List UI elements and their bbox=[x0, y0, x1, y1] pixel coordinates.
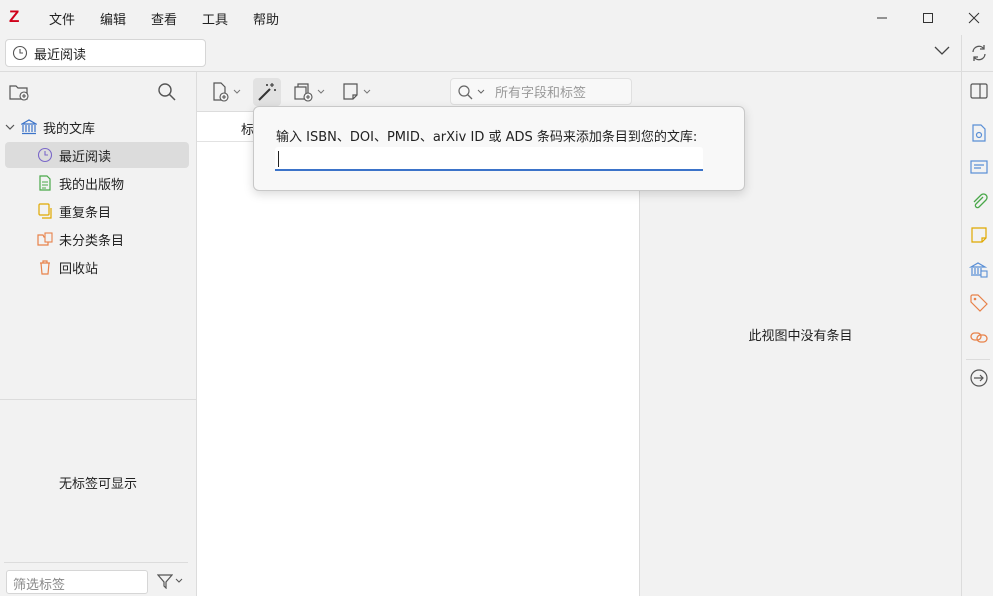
arrow-circle-icon bbox=[970, 369, 988, 387]
identifier-prompt-label: 输入 ISBN、DOI、PMID、arXiv ID 或 ADS 条码来添加条目到… bbox=[276, 130, 698, 145]
collection-trash[interactable]: 回收站 bbox=[5, 254, 189, 280]
library-icon bbox=[21, 119, 37, 135]
minimize-icon bbox=[877, 17, 887, 18]
tag-filter-input[interactable]: 筛选标签 bbox=[6, 570, 148, 594]
chevron-down-icon bbox=[233, 89, 241, 94]
add-by-identifier-button[interactable] bbox=[253, 78, 281, 106]
chevron-down-icon bbox=[175, 578, 183, 583]
clock-icon bbox=[37, 147, 53, 163]
search-placeholder: 所有字段和标签 bbox=[495, 86, 587, 101]
collection-my-library[interactable]: 我的文库 bbox=[5, 114, 189, 140]
menu-edit[interactable]: 编辑 bbox=[100, 9, 126, 28]
notes-section-button[interactable] bbox=[969, 225, 989, 245]
magic-wand-icon bbox=[258, 83, 276, 101]
collection-recent-reading[interactable]: 最近阅读 bbox=[5, 142, 189, 168]
menu-file[interactable]: 文件 bbox=[49, 9, 75, 28]
text-cursor bbox=[278, 151, 279, 167]
collection-my-publications[interactable]: 我的出版物 bbox=[5, 170, 189, 196]
chevron-down-icon bbox=[317, 89, 325, 94]
items-search[interactable]: 所有字段和标签 bbox=[450, 78, 632, 105]
tag-icon bbox=[970, 294, 988, 312]
tag-selector: 无标签可显示 筛选标签 bbox=[0, 399, 196, 596]
collection-label: 重复条目 bbox=[59, 205, 112, 221]
close-icon bbox=[968, 12, 980, 23]
chevron-down-icon[interactable] bbox=[477, 88, 485, 96]
new-item-button[interactable] bbox=[207, 78, 245, 106]
tab-label: 最近阅读 bbox=[34, 47, 87, 63]
divider bbox=[962, 71, 993, 72]
new-collection-button[interactable] bbox=[9, 82, 31, 102]
sync-button[interactable] bbox=[969, 43, 989, 63]
new-item-icon bbox=[213, 82, 229, 102]
locate-button[interactable] bbox=[969, 368, 989, 388]
clock-icon bbox=[12, 45, 28, 61]
libraries-section-button[interactable] bbox=[969, 259, 989, 279]
tab-recent-reading[interactable]: 最近阅读 bbox=[5, 39, 206, 67]
toggle-pane-button[interactable] bbox=[969, 81, 989, 101]
tags-empty-message: 无标签可显示 bbox=[58, 477, 137, 492]
collection-label: 回收站 bbox=[59, 261, 99, 277]
menu-view[interactable]: 查看 bbox=[151, 9, 177, 28]
attachment-add-icon bbox=[294, 83, 313, 102]
title-bar: Z 文件 编辑 查看 工具 帮助 bbox=[0, 0, 993, 35]
identifier-input[interactable] bbox=[275, 147, 703, 171]
sync-icon bbox=[972, 45, 986, 61]
collection-label: 我的文库 bbox=[43, 121, 96, 137]
new-note-button[interactable] bbox=[337, 78, 375, 106]
minimize-button[interactable] bbox=[859, 0, 905, 35]
tab-bar: 最近阅读 bbox=[0, 35, 961, 72]
abstract-section-button[interactable] bbox=[969, 157, 989, 177]
collection-label: 最近阅读 bbox=[59, 149, 112, 165]
collections-pane: 我的文库 最近阅读 我的出版物 重复条目 未分类条目 回收站 无标签可显示 筛选… bbox=[0, 72, 197, 596]
close-button[interactable] bbox=[951, 0, 993, 35]
collection-label: 我的出版物 bbox=[59, 177, 125, 193]
info-section-button[interactable] bbox=[969, 123, 989, 143]
maximize-icon bbox=[923, 12, 933, 23]
duplicate-icon bbox=[38, 203, 52, 219]
collection-search-button[interactable] bbox=[157, 82, 177, 102]
item-pane-empty-message: 此视图中没有条目 bbox=[748, 329, 853, 344]
chevron-down-icon[interactable] bbox=[5, 122, 15, 132]
tag-actions-button[interactable] bbox=[157, 573, 183, 589]
search-icon bbox=[158, 83, 176, 101]
note-add-icon bbox=[343, 83, 358, 100]
collection-label: 未分类条目 bbox=[59, 233, 125, 249]
paperclip-icon bbox=[973, 193, 988, 209]
trash-icon bbox=[40, 260, 50, 275]
chevron-down-icon bbox=[363, 89, 371, 94]
publication-icon bbox=[39, 175, 51, 191]
document-info-icon bbox=[972, 124, 986, 142]
abstract-icon bbox=[970, 160, 988, 174]
divider bbox=[966, 359, 990, 360]
collection-duplicates[interactable]: 重复条目 bbox=[5, 198, 189, 224]
attachments-section-button[interactable] bbox=[969, 191, 989, 211]
filter-icon bbox=[157, 574, 173, 589]
link-icon bbox=[970, 332, 988, 343]
unfiled-icon bbox=[37, 232, 53, 246]
tags-section-button[interactable] bbox=[969, 293, 989, 313]
new-collection-item-button[interactable] bbox=[289, 78, 329, 106]
add-by-identifier-popup: 输入 ISBN、DOI、PMID、arXiv ID 或 ADS 条码来添加条目到… bbox=[253, 106, 745, 191]
side-nav bbox=[961, 35, 993, 596]
maximize-button[interactable] bbox=[905, 0, 951, 35]
new-folder-icon bbox=[9, 85, 29, 101]
zotero-logo: Z bbox=[9, 7, 20, 26]
collection-unfiled[interactable]: 未分类条目 bbox=[5, 226, 189, 252]
menu-tools[interactable]: 工具 bbox=[202, 9, 228, 28]
tabs-menu-button[interactable] bbox=[933, 44, 951, 56]
search-icon bbox=[458, 84, 473, 99]
note-icon bbox=[971, 227, 987, 243]
related-section-button[interactable] bbox=[969, 327, 989, 347]
divider bbox=[4, 562, 188, 563]
menu-help[interactable]: 帮助 bbox=[253, 9, 279, 28]
sidebar-toggle-icon bbox=[970, 83, 988, 99]
libraries-collections-icon bbox=[969, 262, 988, 278]
chevron-down-icon bbox=[934, 46, 950, 55]
